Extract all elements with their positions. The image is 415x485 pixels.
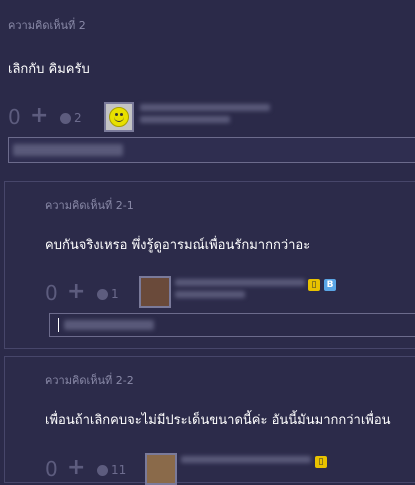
emotion-count: 2 [74,111,82,125]
reply-input[interactable] [49,313,415,337]
avatar[interactable] [104,102,134,132]
emotion-icon [97,288,108,300]
blurred-reply-text [13,144,123,156]
reply-input[interactable] [8,137,415,163]
smiley-icon [109,107,129,127]
comment-header: ความคิดเห็นที่ 2 [8,19,86,32]
emotion-counter[interactable]: 2 [60,111,82,125]
comment-2: ความคิดเห็นที่ 2 เลิกกับ คิมครับ 0 + 2 [0,0,415,172]
blurred-username [140,104,270,111]
mobile-icon: ▯ [315,456,327,468]
comment-header: ความคิดเห็นที่ 2-2 [45,374,134,387]
blurred-reply-text [64,320,154,330]
avatar[interactable] [139,276,171,308]
emotion-count: 1 [111,287,119,301]
vote-count: 0 [8,105,21,129]
comment-header: ความคิดเห็นที่ 2-1 [45,199,134,212]
vote-count: 0 [45,457,58,481]
comment-2-2: ความคิดเห็นที่ 2-2 เพื่อนถ้าเลิกคบจะไม่ม… [4,356,415,485]
vote-count: 0 [45,281,58,305]
avatar[interactable] [145,453,177,485]
plus-vote-button[interactable]: + [30,105,48,127]
blurred-username [175,279,305,286]
plus-vote-button[interactable]: + [67,281,85,303]
plus-vote-button[interactable]: + [67,457,85,479]
emotion-icon [60,112,71,124]
comment-text: เลิกกับ คิมครับ [8,62,90,77]
blurred-timestamp [175,291,245,298]
b-badge-icon: B [324,279,336,291]
emotion-icon [97,464,108,476]
mobile-icon: ▯ [308,279,320,291]
emotion-count: 11 [111,463,127,477]
comment-text: คบกันจริงเหรอ พึ่งรู้ดูอารมณ์เพื่อนรักมา… [45,238,311,253]
emotion-counter[interactable]: 11 [97,463,126,477]
blurred-username [181,456,311,463]
comment-text: เพื่อนถ้าเลิกคบจะไม่มีประเด็นขนาดนี้ค่ะ … [45,413,391,428]
text-cursor [58,318,59,332]
blurred-timestamp [140,116,230,123]
emotion-counter[interactable]: 1 [97,287,119,301]
comment-2-1: ความคิดเห็นที่ 2-1 คบกันจริงเหรอ พึ่งรู้… [4,181,415,349]
